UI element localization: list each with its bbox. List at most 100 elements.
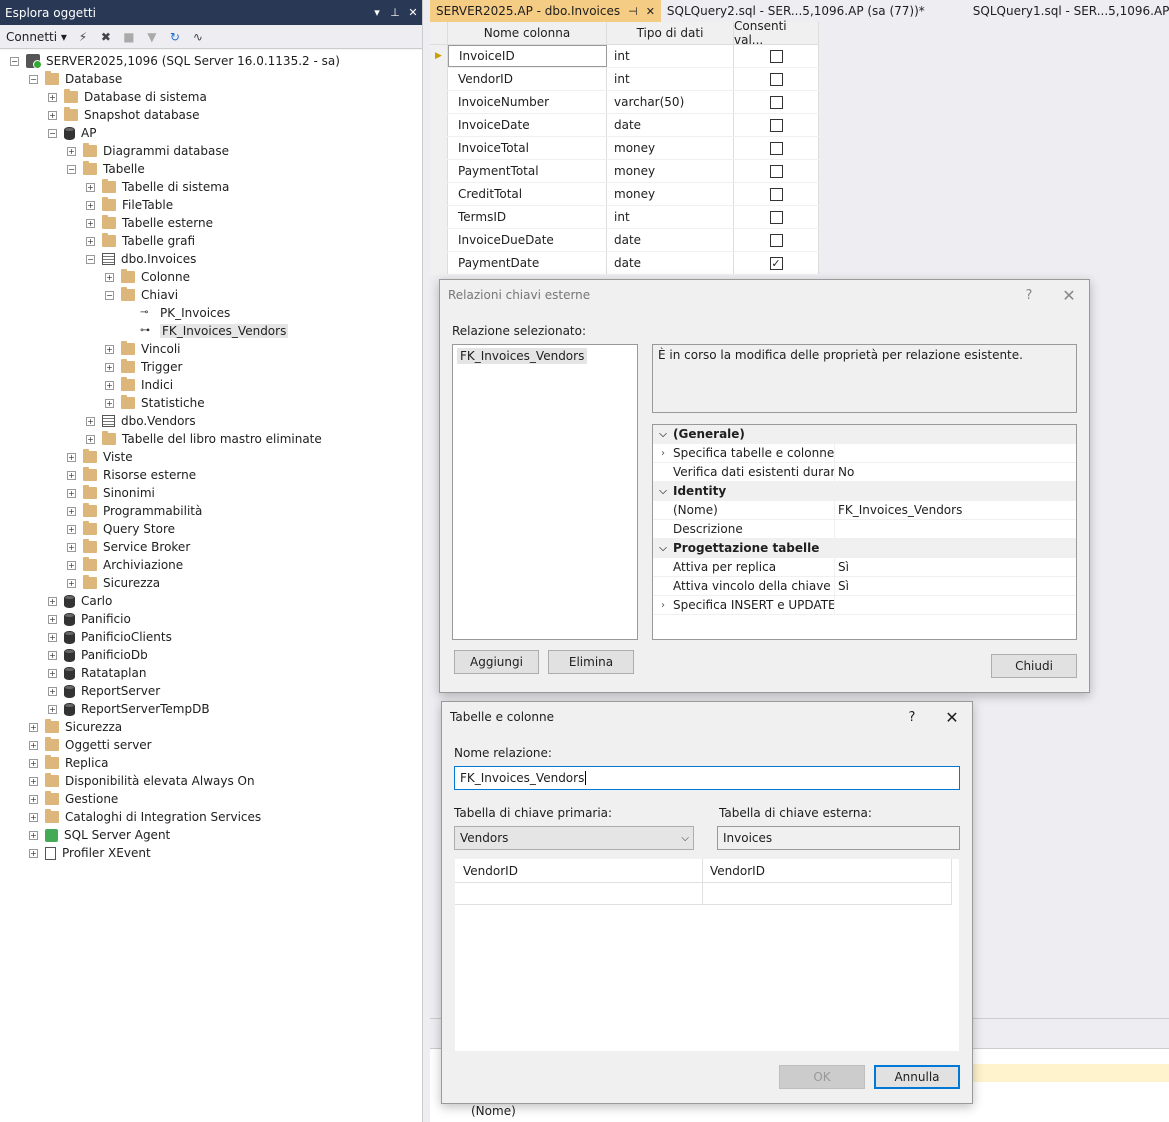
allow-nulls-checkbox[interactable] [769, 72, 783, 86]
expand-toggle-icon[interactable]: + [67, 506, 76, 516]
close-icon[interactable]: ✕ [932, 708, 972, 727]
splitter[interactable] [423, 0, 430, 1122]
tree-node[interactable]: + Service Broker [67, 538, 190, 556]
tab-invoices-designer[interactable]: SERVER2025.AP - dbo.Invoices ⊣ ✕ [430, 0, 661, 22]
expand-toggle-icon[interactable]: + [29, 830, 38, 840]
relationship-list[interactable]: FK_Invoices_Vendors [452, 344, 638, 640]
cancel-button[interactable]: Annulla [874, 1065, 960, 1089]
tree-node[interactable]: ⊸ PK_Invoices [124, 304, 230, 322]
expand-toggle-icon[interactable]: + [67, 452, 76, 462]
expand-toggle-icon[interactable]: + [86, 182, 95, 192]
allow-nulls-checkbox[interactable] [769, 95, 783, 109]
expand-toggle-icon[interactable]: + [105, 380, 114, 390]
tree-node[interactable]: + Profiler XEvent [29, 844, 151, 862]
tree-node[interactable]: + Diagrammi database [67, 142, 229, 160]
property-category[interactable]: ⌵ Progettazione tabelle [653, 539, 1076, 558]
table-row[interactable]: InvoiceNumber varchar(50) [430, 91, 819, 114]
allow-nulls-checkbox[interactable]: ✓ [769, 256, 783, 270]
table-row[interactable]: VendorID int [430, 68, 819, 91]
close-icon[interactable]: ✕ [404, 6, 422, 19]
collapse-toggle-icon[interactable]: − [105, 290, 114, 300]
tree-node[interactable]: + Tabelle grafi [86, 232, 195, 250]
relationship-name-input[interactable]: FK_Invoices_Vendors [454, 766, 960, 790]
expand-toggle-icon[interactable]: + [48, 632, 57, 642]
tree-node[interactable]: + Archiviazione [67, 556, 183, 574]
row-selector[interactable] [430, 160, 448, 182]
property-value[interactable]: Sì [835, 560, 849, 574]
tree-node[interactable]: − Tabelle [67, 160, 145, 178]
property-row[interactable]: Descrizione [653, 519, 1076, 539]
expand-toggle-icon[interactable]: + [86, 434, 95, 444]
column-name-cell[interactable]: TermsID [448, 206, 607, 228]
table-row[interactable]: ▶ InvoiceID int [430, 45, 819, 68]
tree-node[interactable]: + Tabelle esterne [86, 214, 213, 232]
row-selector[interactable] [430, 252, 448, 274]
help-icon[interactable]: ? [1009, 288, 1049, 303]
table-row[interactable]: TermsID int [430, 206, 819, 229]
expand-toggle-icon[interactable]: + [48, 110, 57, 120]
connect-button[interactable]: Connetti ▾ [6, 30, 67, 44]
tree-node[interactable]: ⊶ FK_Invoices_Vendors [124, 322, 289, 340]
tree-node[interactable]: + Programmabilità [67, 502, 202, 520]
expand-property-icon[interactable]: › [653, 448, 673, 459]
filter-icon[interactable]: ▼ [145, 30, 159, 44]
expand-toggle-icon[interactable]: + [67, 542, 76, 552]
property-value[interactable]: FK_Invoices_Vendors [835, 503, 962, 517]
expand-toggle-icon[interactable]: + [86, 416, 95, 426]
expand-toggle-icon[interactable]: + [48, 686, 57, 696]
tree-node[interactable]: + Vincoli [105, 340, 181, 358]
collapse-category-icon[interactable]: ⌵ [653, 429, 673, 440]
relationship-item[interactable]: FK_Invoices_Vendors [457, 348, 588, 364]
stop-icon[interactable]: ■ [122, 30, 136, 44]
tree-node[interactable]: − dbo.Invoices [86, 250, 196, 268]
property-row[interactable]: (Nome) FK_Invoices_Vendors [653, 500, 1076, 520]
expand-toggle-icon[interactable]: + [67, 524, 76, 534]
column-name-cell[interactable]: VendorID [448, 68, 607, 90]
data-type-cell[interactable]: varchar(50) [607, 91, 734, 113]
close-button[interactable]: Chiudi [991, 654, 1077, 678]
tree-node[interactable]: + Panificio [48, 610, 131, 628]
expand-toggle-icon[interactable]: + [48, 650, 57, 660]
relationship-property-grid[interactable]: ⌵ (Generale) › Specifica tabelle e colonne V… [652, 424, 1077, 640]
column-header-name[interactable]: Nome colonna [448, 22, 607, 44]
expand-toggle-icon[interactable]: + [67, 470, 76, 480]
tree-node[interactable]: + ReportServerTempDB [48, 700, 210, 718]
column-name-cell[interactable]: InvoiceNumber [448, 91, 607, 113]
data-type-cell[interactable]: money [607, 137, 734, 159]
property-category[interactable]: ⌵ Identity [653, 482, 1076, 501]
tree-node[interactable]: − AP [48, 124, 96, 142]
expand-toggle-icon[interactable]: + [29, 776, 38, 786]
expand-toggle-icon[interactable]: + [67, 578, 76, 588]
allow-nulls-checkbox[interactable] [769, 164, 783, 178]
expand-toggle-icon[interactable]: + [29, 794, 38, 804]
data-type-cell[interactable]: date [607, 252, 734, 274]
row-selector[interactable] [430, 183, 448, 205]
collapse-toggle-icon[interactable]: − [29, 74, 38, 84]
tree-node[interactable]: + Carlo [48, 592, 112, 610]
expand-toggle-icon[interactable]: + [29, 740, 38, 750]
tree-node[interactable]: + Tabelle di sistema [86, 178, 229, 196]
foreign-key-column-cell[interactable]: VendorID [703, 859, 952, 882]
column-name-cell[interactable]: PaymentTotal [448, 160, 607, 182]
tree-node[interactable]: + Trigger [105, 358, 182, 376]
column-name-cell[interactable]: InvoiceTotal [448, 137, 607, 159]
primary-key-column-cell[interactable]: VendorID [455, 859, 703, 882]
expand-toggle-icon[interactable]: + [105, 362, 114, 372]
tree-node[interactable]: + Oggetti server [29, 736, 152, 754]
data-type-cell[interactable]: date [607, 114, 734, 136]
allow-nulls-checkbox[interactable] [769, 187, 783, 201]
tree-node[interactable]: + Cataloghi di Integration Services [29, 808, 261, 826]
expand-toggle-icon[interactable]: + [48, 704, 57, 714]
row-selector[interactable] [430, 229, 448, 251]
expand-toggle-icon[interactable]: + [105, 272, 114, 282]
expand-property-icon[interactable]: › [653, 600, 673, 611]
tree-node[interactable]: + Ratataplan [48, 664, 146, 682]
table-row[interactable]: PaymentTotal money [430, 160, 819, 183]
tree-node[interactable]: − SERVER2025,1096 (SQL Server 16.0.1135.2… [10, 52, 340, 70]
tree-node[interactable]: + Viste [67, 448, 133, 466]
allow-nulls-checkbox[interactable] [769, 141, 783, 155]
row-selector[interactable] [430, 114, 448, 136]
expand-toggle-icon[interactable]: + [29, 722, 38, 732]
tree-node[interactable]: + dbo.Vendors [86, 412, 196, 430]
primary-key-row-icon[interactable]: ▶ [430, 45, 448, 67]
